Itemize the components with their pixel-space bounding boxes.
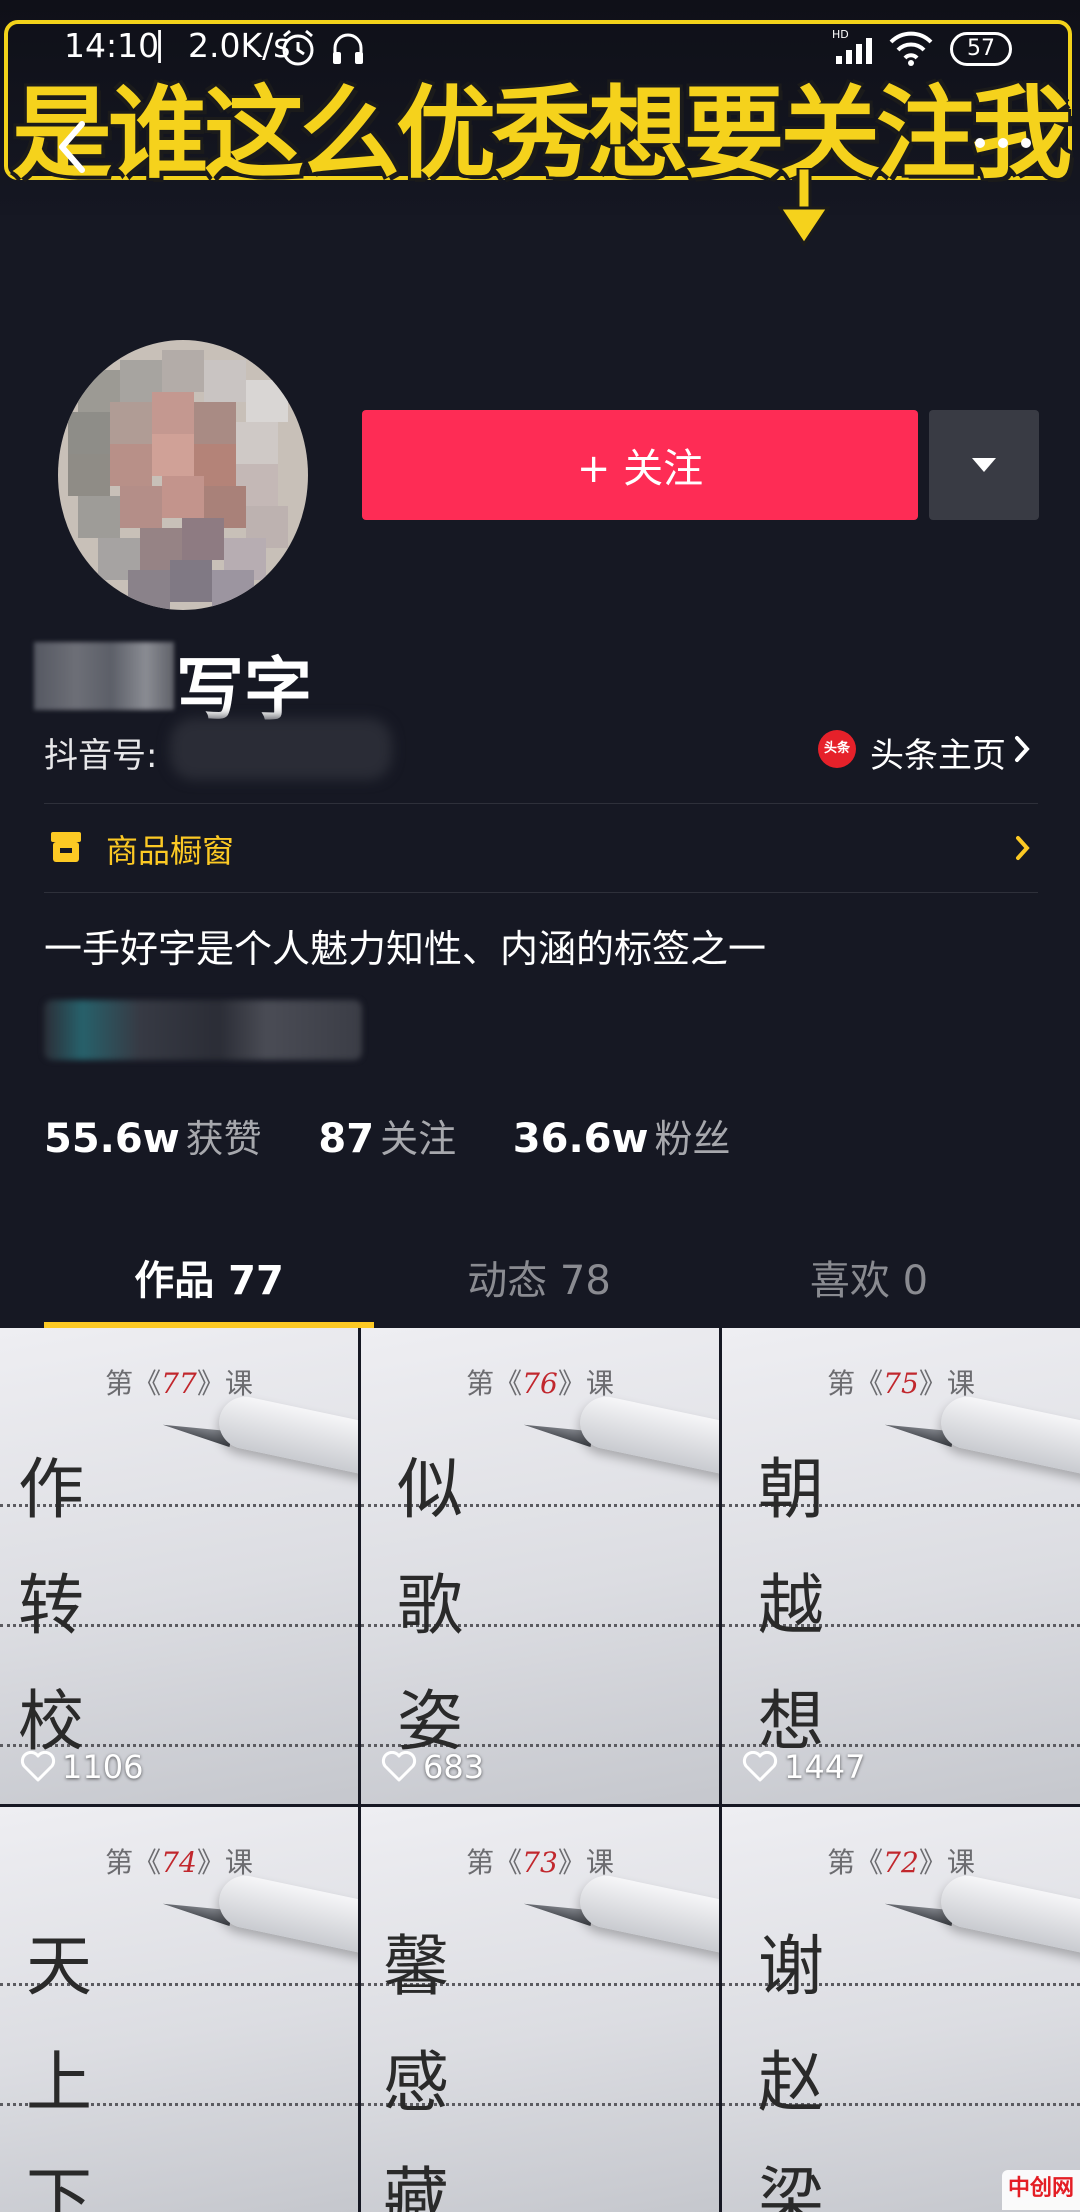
lesson-title: 第《73》课	[466, 1846, 614, 1879]
character: 赵	[758, 2044, 824, 2121]
character: 藏	[383, 2160, 449, 2212]
shop-window-link[interactable]: 商品橱窗	[106, 826, 234, 872]
wifi-icon	[889, 31, 933, 66]
avatar[interactable]	[58, 340, 308, 610]
video-thumbnail[interactable]: 第《77》课 作 转 校 1106	[0, 1328, 358, 1804]
character: 上	[26, 2044, 92, 2121]
recommend-dropdown-button[interactable]	[929, 410, 1039, 520]
character: 感	[383, 2044, 449, 2121]
headphones-icon	[333, 33, 363, 64]
video-thumbnail[interactable]: 第《73》课 馨 感 藏	[361, 1807, 719, 2212]
video-grid: 第《77》课 作 转 校 1106 第《76》课 似 歌 姿 683 第《75》…	[0, 1328, 1080, 2212]
pen-image	[214, 1391, 358, 1477]
svg-text:HD: HD	[832, 28, 849, 41]
chevron-right-icon	[1015, 736, 1030, 762]
shop-window-icon	[51, 832, 81, 862]
lesson-title: 第《77》课	[105, 1367, 253, 1400]
lesson-title: 第《72》课	[827, 1846, 975, 1879]
bio-mosaic	[44, 1000, 362, 1060]
character: 天	[26, 1928, 92, 2005]
followers-label[interactable]: 粉丝	[654, 1117, 730, 1161]
site-watermark: 中创网	[1002, 2170, 1080, 2210]
pen-image	[936, 1391, 1080, 1477]
toutiao-homepage-link[interactable]: 头条主页	[870, 728, 1006, 777]
follow-button[interactable]: + 关注	[362, 410, 918, 520]
back-arrow-icon[interactable]	[48, 112, 98, 182]
character: 谢	[758, 1928, 824, 2005]
lesson-title: 第《76》课	[466, 1367, 614, 1400]
chevron-right-icon[interactable]	[1014, 834, 1032, 862]
video-thumbnail[interactable]: 第《75》课 朝 越 想 1447	[722, 1328, 1080, 1804]
status-time: 14:10	[64, 26, 160, 65]
character: 梁	[758, 2160, 824, 2212]
character: 越	[758, 1567, 824, 1644]
pen-image	[575, 1391, 719, 1477]
battery-indicator: 57	[950, 32, 1012, 66]
follow-button-label: + 关注	[576, 446, 704, 492]
video-thumbnail[interactable]: 第《72》课 谢 赵 梁	[722, 1807, 1080, 2212]
down-arrow-icon	[778, 168, 830, 246]
video-likes: 1106	[20, 1748, 143, 1786]
following-count[interactable]: 87	[318, 1116, 374, 1162]
likes-label[interactable]: 获赞	[186, 1117, 262, 1161]
toutiao-logo-icon: 头条	[818, 730, 856, 768]
lesson-title: 第《74》课	[105, 1846, 253, 1879]
douyin-id-label: 抖音号:	[44, 736, 158, 776]
character: 下	[26, 2160, 92, 2212]
pen-image	[936, 1870, 1080, 1956]
video-likes: 1447	[742, 1748, 865, 1786]
status-separator: |	[154, 24, 166, 63]
tab-activity[interactable]: 动态 78	[374, 1248, 704, 1306]
divider	[44, 892, 1038, 893]
character: 似	[397, 1451, 463, 1528]
profile-bio: 一手好字是个人魅力知性、内涵的标签之一	[44, 927, 767, 971]
signal-icon: HD	[832, 28, 872, 64]
likes-count[interactable]: 55.6w	[44, 1116, 180, 1162]
heart-icon	[381, 1751, 417, 1782]
character: 朝	[758, 1451, 824, 1528]
character: 馨	[383, 1928, 449, 2005]
heart-icon	[20, 1751, 56, 1782]
more-options-icon[interactable]	[968, 128, 1038, 158]
profile-stats: 55.6w 获赞 87 关注 36.6w 粉丝	[44, 1108, 774, 1163]
video-thumbnail[interactable]: 第《76》课 似 歌 姿 683	[361, 1328, 719, 1804]
status-bar: 14:10 | 2.0K/s HD 57	[0, 20, 1080, 78]
alarm-icon	[282, 29, 314, 66]
following-label[interactable]: 关注	[380, 1117, 456, 1161]
video-thumbnail[interactable]: 第《74》课 天 上 下	[0, 1807, 358, 2212]
character: 作	[18, 1451, 84, 1528]
tab-likes[interactable]: 喜欢 0	[704, 1248, 1034, 1306]
triangle-down-icon	[972, 458, 996, 472]
douyin-id-mosaic	[170, 718, 392, 780]
video-likes: 683	[381, 1748, 484, 1786]
name-mosaic	[34, 642, 174, 710]
network-speed: 2.0K/s	[188, 26, 291, 65]
pen-image	[575, 1870, 719, 1956]
divider	[44, 803, 1038, 804]
lesson-title: 第《75》课	[827, 1367, 975, 1400]
character: 歌	[397, 1567, 463, 1644]
heart-icon	[742, 1751, 778, 1782]
followers-count[interactable]: 36.6w	[513, 1116, 649, 1162]
tab-works[interactable]: 作品 77	[44, 1248, 374, 1306]
pen-image	[214, 1870, 358, 1956]
character: 转	[18, 1567, 84, 1644]
